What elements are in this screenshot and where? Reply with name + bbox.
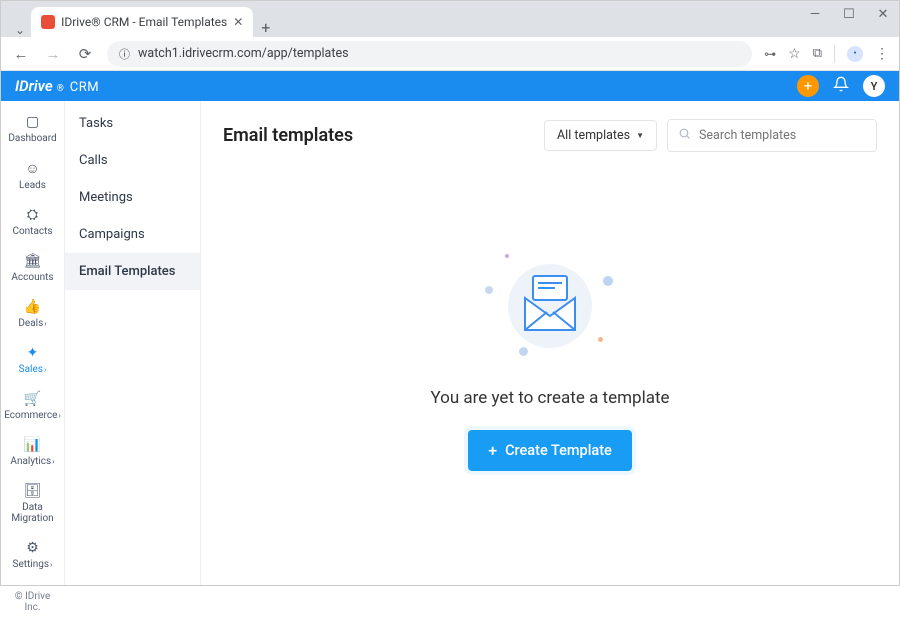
close-tab-icon[interactable]: ✕ [233,15,243,29]
brand-sub: CRM [70,80,99,95]
empty-state: You are yet to create a template + Creat… [201,162,899,585]
extensions-icon[interactable]: ⧉ [813,46,822,61]
back-button[interactable]: ← [11,45,31,63]
sidebar-item-label: Ecommerce [4,410,57,421]
search-input[interactable] [699,128,866,143]
subnav-item-tasks[interactable]: Tasks [65,105,200,142]
sidebar-item-ecommerce[interactable]: 🛒 Ecommerce› [1,384,64,430]
content-header: Email templates All templates ▼ [201,101,899,162]
maximize-button[interactable]: ☐ [839,7,859,22]
profile-icon[interactable]: • [847,46,863,62]
chevron-right-icon: › [58,411,60,420]
tab-title: IDrive® CRM - Email Templates [61,15,227,29]
create-button-label: Create Template [505,442,612,459]
subnav-item-meetings[interactable]: Meetings [65,179,200,216]
main-content: Email templates All templates ▼ [201,101,899,585]
contacts-icon: ⛭ [1,207,64,223]
sidebar-item-label: Contacts [12,226,52,237]
subnav-item-email-templates[interactable]: Email Templates [65,253,200,290]
sidebar-item-deals[interactable]: 👍 Deals› [1,292,64,338]
secondary-sidebar: Tasks Calls Meetings Campaigns Email Tem… [65,101,201,585]
sidebar-item-label: Analytics [10,456,51,467]
browser-tabbar: ⌄ IDrive® CRM - Email Templates ✕ + [1,1,899,37]
filter-dropdown[interactable]: All templates ▼ [544,120,657,151]
chevron-right-icon: › [44,319,46,328]
app-header: IDrive ® CRM + Y [1,71,899,101]
chevron-right-icon: › [50,560,52,569]
favicon-icon [41,15,55,29]
sidebar-item-label: Dashboard [8,133,56,144]
minimize-button[interactable]: — [805,7,825,22]
close-window-button[interactable]: ✕ [873,7,893,22]
dashboard-icon: ▢ [1,114,64,130]
url-text: watch1.idrivecrm.com/app/templates [138,46,349,61]
leads-icon: ☺ [1,160,64,177]
sidebar-item-analytics[interactable]: 📊 Analytics› [1,430,64,476]
accounts-icon: 🏛 [1,253,64,269]
browser-tab[interactable]: IDrive® CRM - Email Templates ✕ [31,7,253,37]
brand-registered: ® [57,84,64,94]
sidebar-item-label: Sales [19,364,43,375]
chevron-right-icon: › [52,457,54,466]
filter-label: All templates [557,128,630,143]
sidebar-item-data-migration[interactable]: 🗄 Data Migration [1,476,64,533]
sidebar-item-label: Settings [13,559,50,570]
chevron-right-icon: › [44,365,46,374]
ecommerce-icon: 🛒 [1,391,64,407]
forward-button[interactable]: → [43,45,63,63]
quick-add-button[interactable]: + [797,75,819,97]
tab-dropdown-icon[interactable]: ⌄ [9,23,31,37]
browser-menu-icon[interactable]: ⋮ [875,46,889,62]
brand-logo[interactable]: IDrive ® CRM [15,77,99,95]
subnav-item-calls[interactable]: Calls [65,142,200,179]
window-controls: — ☐ ✕ [805,7,893,22]
sidebar-item-label: Accounts [11,272,53,283]
sidebar-item-label: Leads [19,180,46,191]
sales-icon: ✦ [1,345,64,361]
user-avatar[interactable]: Y [863,75,885,97]
sidebar-item-label: Data Migration [11,502,53,524]
new-tab-button[interactable]: + [253,18,278,37]
primary-sidebar: ▢ Dashboard ☺ Leads ⛭ Contacts 🏛 Account… [1,101,65,585]
sidebar-item-sales[interactable]: ✦ Sales› [1,338,64,384]
site-info-icon[interactable]: ⓘ [119,46,130,62]
settings-icon: ⚙ [1,540,64,556]
chevron-down-icon: ▼ [636,131,644,140]
sidebar-item-accounts[interactable]: 🏛 Accounts [1,246,64,292]
analytics-icon: 📊 [1,437,64,453]
subnav-item-campaigns[interactable]: Campaigns [65,216,200,253]
avatar-initial: Y [871,80,878,93]
search-templates-field[interactable] [667,119,877,152]
deals-icon: 👍 [1,299,64,315]
sidebar-item-leads[interactable]: ☺ Leads [1,153,64,200]
search-icon [678,127,691,144]
separator [834,45,835,63]
empty-state-message: You are yet to create a template [430,388,669,408]
sidebar-item-settings[interactable]: ⚙ Settings› [1,533,64,579]
empty-state-illustration [475,246,625,366]
brand-main: IDrive [15,77,53,95]
sidebar-item-dashboard[interactable]: ▢ Dashboard [1,107,64,153]
sidebar-item-label: Deals [18,318,43,329]
browser-toolbar: ← → ⟳ ⓘ watch1.idrivecrm.com/app/templat… [1,37,899,71]
password-icon[interactable]: ⊶ [764,47,776,61]
reload-button[interactable]: ⟳ [75,45,95,63]
address-bar[interactable]: ⓘ watch1.idrivecrm.com/app/templates [107,41,752,67]
page-title: Email templates [223,125,353,146]
plus-icon: + [488,441,497,460]
data-migration-icon: 🗄 [1,483,64,499]
sidebar-item-contacts[interactable]: ⛭ Contacts [1,200,64,246]
bookmark-icon[interactable]: ☆ [788,46,801,62]
notifications-icon[interactable] [833,76,849,96]
create-template-button[interactable]: + Create Template [468,430,632,471]
